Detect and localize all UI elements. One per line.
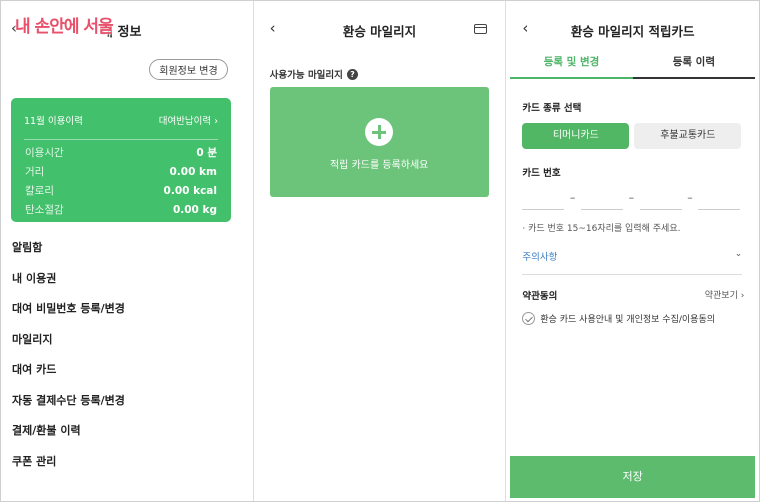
agreement-title: 약관동의 xyxy=(522,291,558,302)
usage-row-carbon: 탄소절감 0.00 kg xyxy=(25,204,217,216)
postpaid-card-button[interactable]: 후불교통카드 xyxy=(634,123,742,149)
chevron-right-icon: › xyxy=(740,291,745,301)
transfer-mileage-panel: ‹ 환승 마일리지 사용가능 마일리지 ? 적립 카드를 등록하세요 xyxy=(254,1,507,501)
page-title: 환승 마일리지 xyxy=(342,24,417,39)
agreement-text: 환승 카드 사용안내 및 개인정보 수집/이용동의 xyxy=(540,315,716,325)
dash-separator: – xyxy=(687,191,693,204)
card-number-field-3[interactable] xyxy=(639,189,682,210)
menu-item-mileage[interactable]: 마일리지 xyxy=(12,331,125,362)
available-mileage-label: 사용가능 마일리지 ? xyxy=(270,67,358,81)
usage-row-distance: 거리 0.00 km xyxy=(25,166,217,178)
usage-row-calorie: 칼로리 0.00 kcal xyxy=(25,185,217,197)
card-number-field-2[interactable] xyxy=(581,189,623,210)
watermark-logo: 내 손안에 서울 xyxy=(15,17,114,37)
menu-item-notifications[interactable]: 알림함 xyxy=(12,239,125,270)
my-info-menu: 알림함 내 이용권 대여 비밀번호 등록/변경 마일리지 대여 카드 자동 결제… xyxy=(12,239,125,483)
card-number-field-4[interactable] xyxy=(698,189,741,210)
check-circle-icon[interactable] xyxy=(522,312,536,325)
register-card-text: 적립 카드를 등록하세요 xyxy=(329,160,429,171)
card-number-field-1[interactable] xyxy=(522,189,565,210)
tmoney-card-button[interactable]: 티머니카드 xyxy=(522,123,630,149)
tab-history[interactable]: 등록 이력 xyxy=(632,47,756,79)
menu-item-auto-payment[interactable]: 자동 결제수단 등록/변경 xyxy=(12,392,125,423)
usage-row-time: 이용시간 0 분 xyxy=(25,147,217,159)
view-terms-link[interactable]: 약관보기 › xyxy=(705,288,745,302)
card-type-selector: 티머니카드 후불교통카드 xyxy=(522,123,742,149)
menu-item-rental-card[interactable]: 대여 카드 xyxy=(12,361,125,392)
plus-icon xyxy=(365,118,394,146)
dash-separator: – xyxy=(569,191,576,204)
menu-item-rental-password[interactable]: 대여 비밀번호 등록/변경 xyxy=(12,300,125,331)
card-number-hint: · 카드 번호 15~16자리를 입력해 주세요. xyxy=(522,224,681,234)
chevron-down-icon[interactable]: ⌄ xyxy=(735,249,743,274)
menu-item-my-pass[interactable]: 내 이용권 xyxy=(12,270,125,301)
agreement-checkbox-row[interactable]: 환승 카드 사용안내 및 개인정보 수집/이용동의 xyxy=(522,312,715,325)
page-title: 환승 마일리지 적립카드 xyxy=(570,24,695,39)
agreement-row: 약관동의 약관보기 › xyxy=(522,288,744,302)
card-number-label: 카드 번호 xyxy=(522,168,561,179)
chevron-right-icon: › xyxy=(214,116,218,127)
screenshot-frame: ‹ 내 정보 내 손안에 서울 회원정보 변경 11월 이용이력 대여반납이력 … xyxy=(0,0,760,502)
usage-month-label: 11월 이용이력 xyxy=(24,116,83,127)
register-card-button[interactable]: 적립 카드를 등록하세요 xyxy=(269,87,489,197)
notice-link[interactable]: 주의사항 xyxy=(522,249,557,274)
my-info-panel: ‹ 내 정보 내 손안에 서울 회원정보 변경 11월 이용이력 대여반납이력 … xyxy=(1,1,254,501)
menu-item-coupons[interactable]: 쿠폰 관리 xyxy=(12,453,125,484)
dash-separator: – xyxy=(628,191,635,204)
question-icon[interactable]: ? xyxy=(346,68,358,80)
mileage-card-panel: ‹ 환승 마일리지 적립카드 등록 및 변경 등록 이력 카드 종류 선택 티머… xyxy=(506,1,759,501)
rental-history-link[interactable]: 대여반납이력 › xyxy=(159,113,218,127)
tab-bar: 등록 및 변경 등록 이력 xyxy=(510,47,756,79)
usage-summary-card: 11월 이용이력 대여반납이력 › 이용시간 0 분 거리 0.00 km 칼로리 0… xyxy=(11,98,231,222)
save-button[interactable]: 저장 xyxy=(510,456,756,498)
notice-accordion[interactable]: 주의사항 ⌄ xyxy=(522,249,743,275)
mileage-header: ‹ 환승 마일리지 xyxy=(254,1,506,59)
member-info-edit-button[interactable]: 회원정보 변경 xyxy=(149,59,228,80)
card-icon[interactable] xyxy=(474,24,488,34)
card-type-label: 카드 종류 선택 xyxy=(522,103,582,114)
card-number-input: – – – xyxy=(522,189,741,210)
menu-item-payment-history[interactable]: 결제/환불 이력 xyxy=(12,422,125,453)
tab-register[interactable]: 등록 및 변경 xyxy=(510,47,633,79)
my-info-header: ‹ 내 정보 내 손안에 서울 xyxy=(1,1,253,59)
